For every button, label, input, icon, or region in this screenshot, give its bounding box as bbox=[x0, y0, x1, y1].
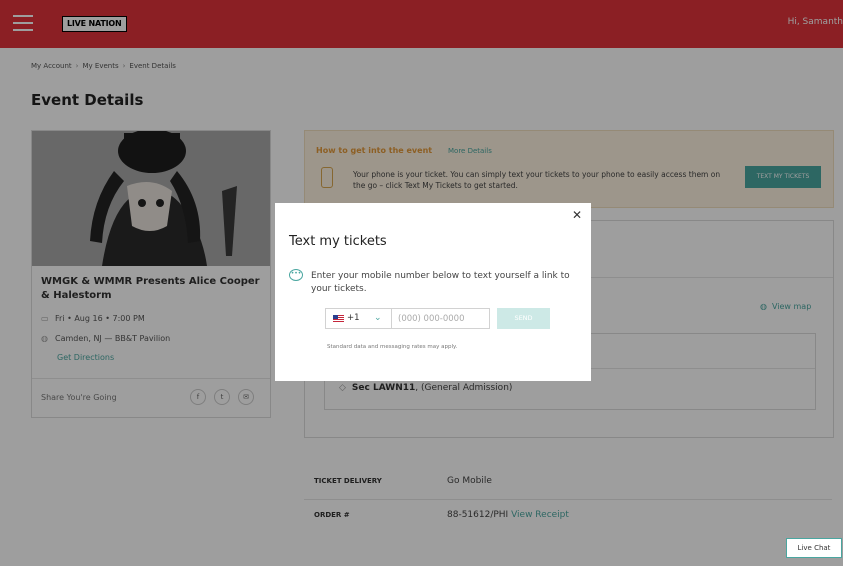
phone-number-input[interactable] bbox=[392, 308, 490, 329]
live-chat-button[interactable]: Live Chat bbox=[786, 538, 842, 558]
rates-disclaimer: Standard data and messaging rates may ap… bbox=[327, 344, 458, 350]
modal-title: Text my tickets bbox=[289, 234, 387, 249]
us-flag-icon bbox=[333, 315, 344, 322]
country-code-select[interactable]: +1 ⌄ bbox=[325, 308, 392, 329]
modal-message: Enter your mobile number below to text y… bbox=[311, 271, 570, 294]
dial-code: +1 bbox=[347, 313, 360, 323]
close-icon[interactable]: ✕ bbox=[572, 208, 582, 222]
send-button[interactable]: SEND bbox=[497, 308, 550, 329]
text-tickets-modal: ✕ Text my tickets ••• Enter your mobile … bbox=[275, 203, 591, 381]
chat-bubble-icon: ••• bbox=[289, 269, 303, 281]
chevron-down-icon: ⌄ bbox=[374, 313, 382, 323]
